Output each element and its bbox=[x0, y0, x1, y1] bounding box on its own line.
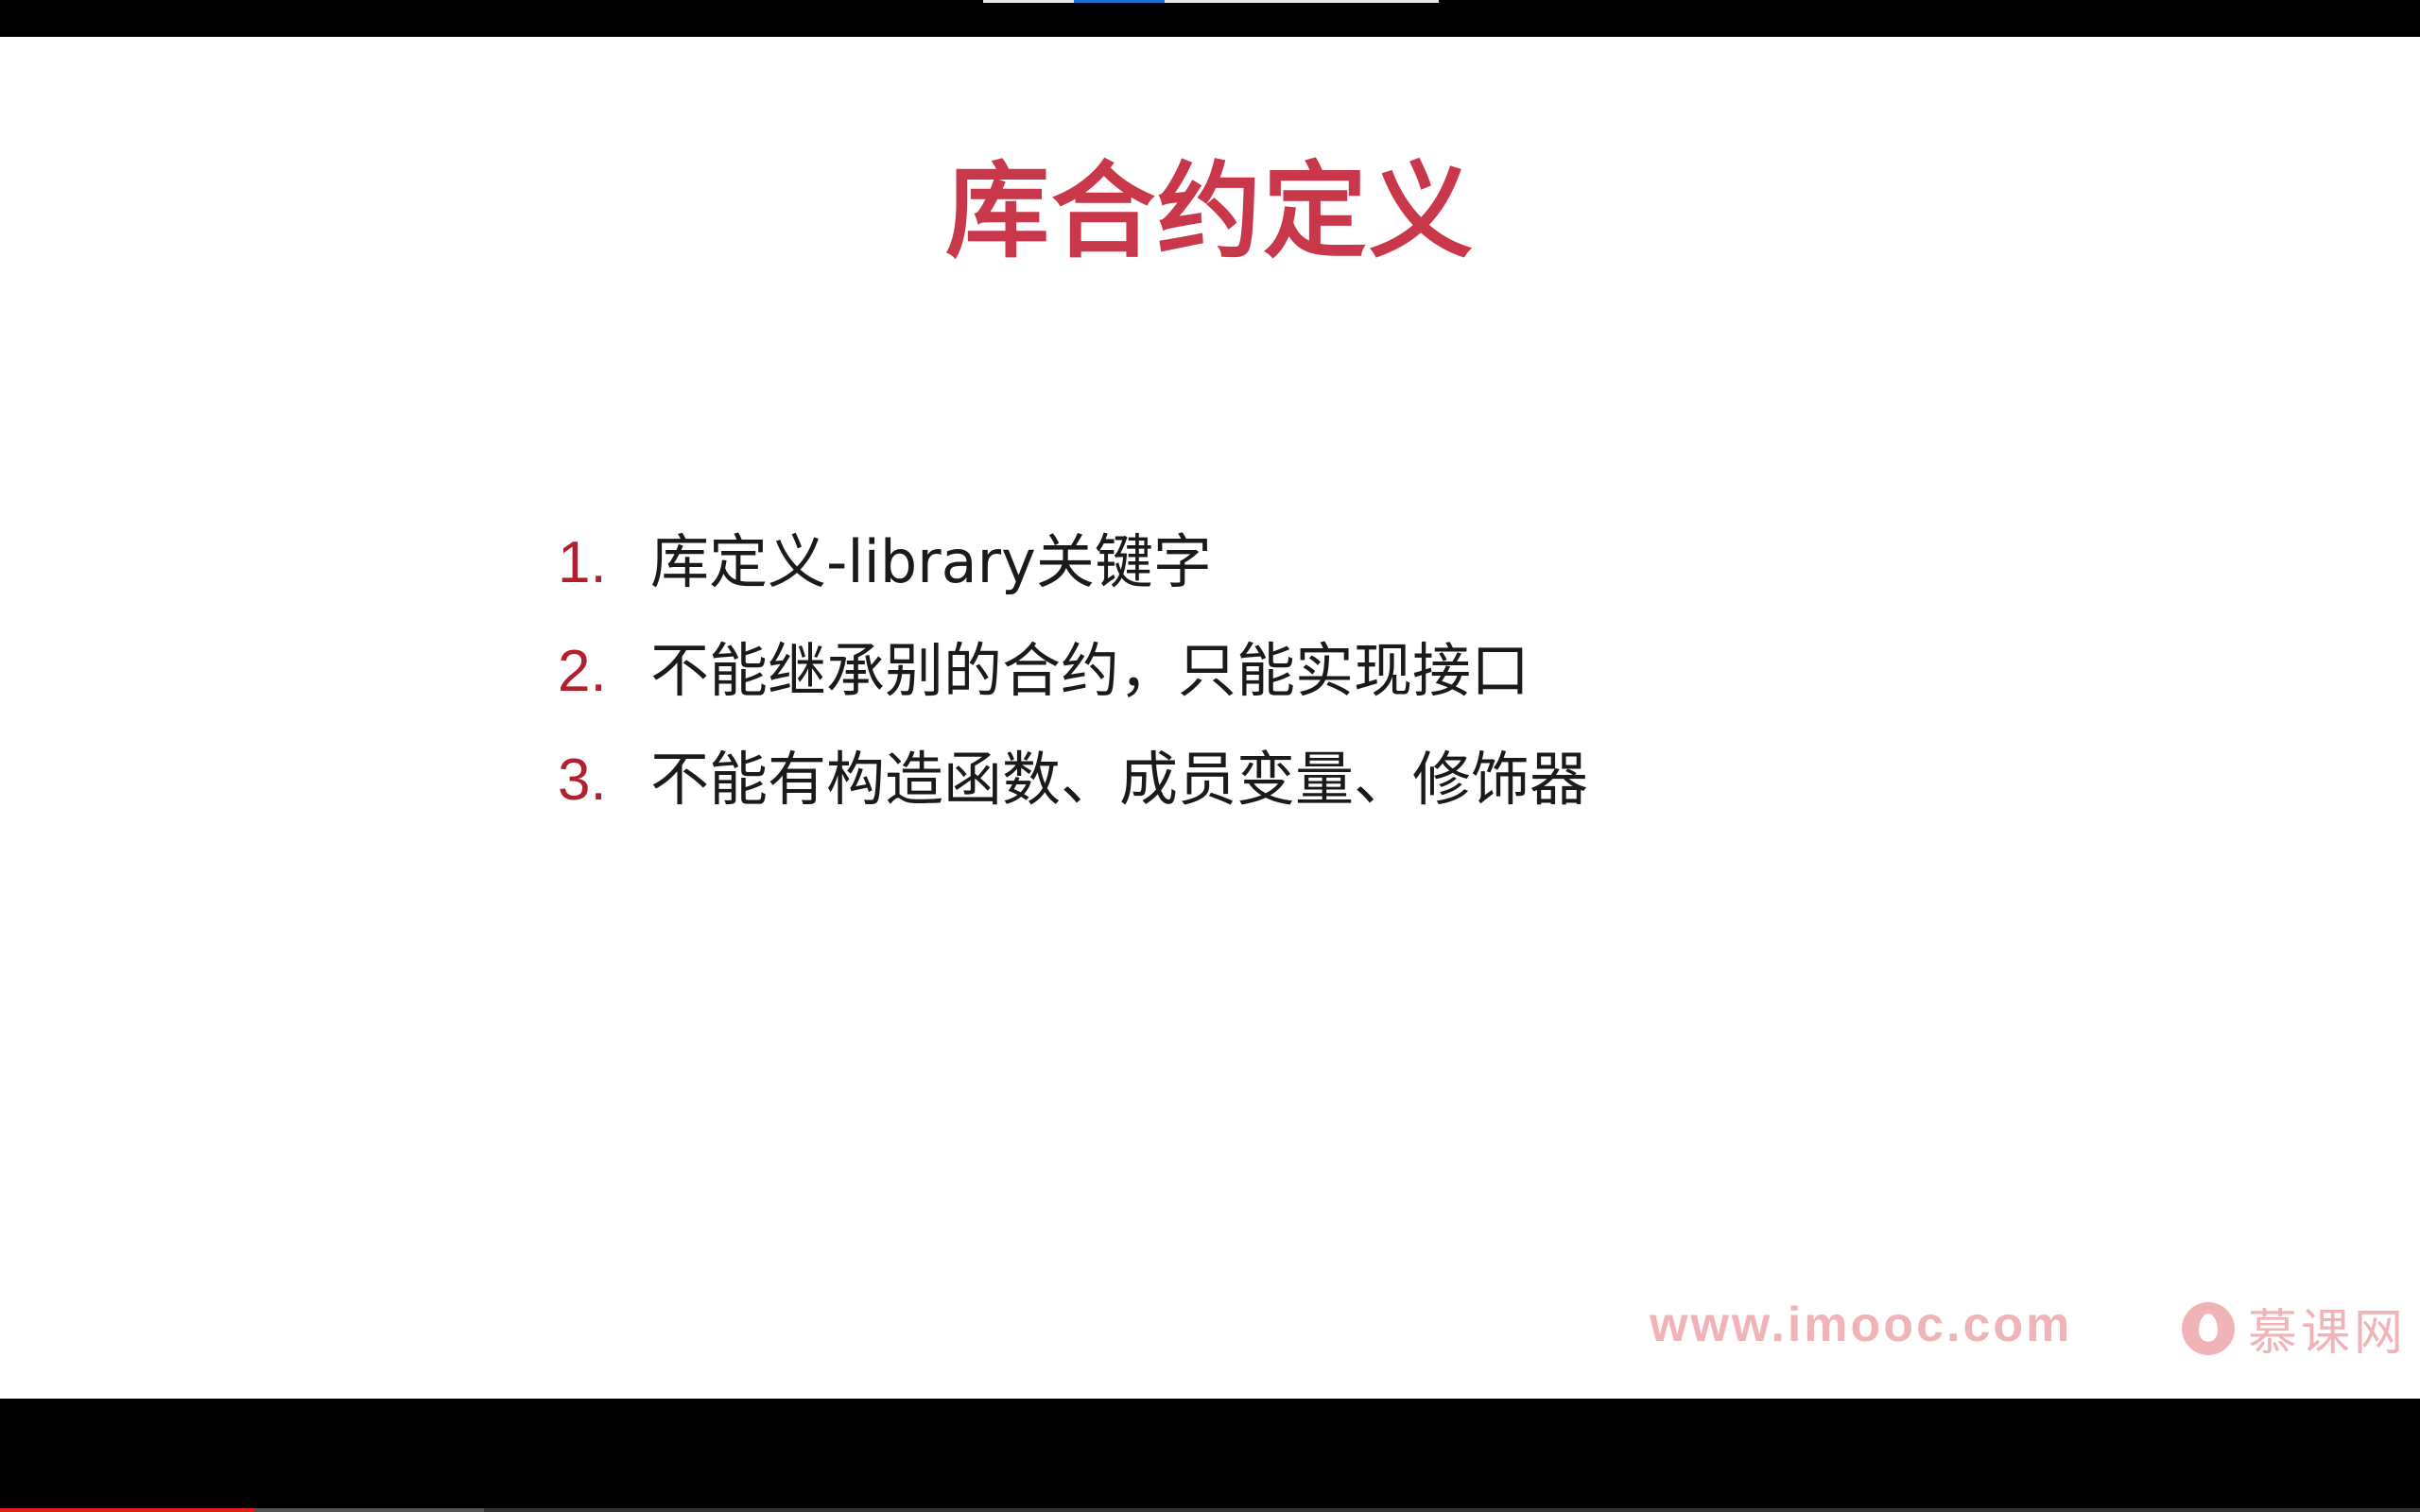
list-item-number: 2. bbox=[558, 639, 607, 704]
top-tab-indicator-active bbox=[1074, 0, 1165, 3]
watermark-brand: 慕课网 bbox=[2182, 1293, 2407, 1364]
presentation-slide: 库合约定义 1. 库定义-library关键字 2. 不能继承别的合约，只能实现… bbox=[0, 37, 2420, 1399]
progress-played bbox=[0, 1508, 254, 1512]
list-item-text: 库定义-library关键字 bbox=[650, 527, 1212, 596]
bullet-list: 1. 库定义-library关键字 2. 不能继承别的合约，只能实现接口 3. … bbox=[558, 514, 1588, 840]
list-item: 3. 不能有构造函数、成员变量、修饰器 bbox=[558, 731, 1588, 840]
watermark-url: www.imooc.com bbox=[1650, 1297, 2073, 1352]
top-tab-indicator bbox=[1165, 0, 1439, 3]
top-tab-indicator bbox=[983, 0, 1074, 3]
list-item-number: 1. bbox=[558, 530, 607, 595]
player-control-bar bbox=[0, 1399, 2420, 1512]
watermark-brand-name: 慕课网 bbox=[2248, 1305, 2408, 1362]
list-item-number: 3. bbox=[558, 747, 607, 813]
progress-bar[interactable] bbox=[0, 1508, 2420, 1512]
slide-title: 库合约定义 bbox=[945, 151, 1475, 272]
video-frame: 库合约定义 1. 库定义-library关键字 2. 不能继承别的合约，只能实现… bbox=[0, 0, 2420, 1512]
list-item: 1. 库定义-library关键字 bbox=[558, 514, 1588, 623]
imooc-flame-icon bbox=[2182, 1301, 2235, 1355]
list-item: 2. 不能继承别的合约，只能实现接口 bbox=[558, 623, 1588, 731]
top-bar bbox=[0, 0, 2420, 37]
list-item-text: 不能有构造函数、成员变量、修饰器 bbox=[650, 745, 1589, 814]
list-item-text: 不能继承别的合约，只能实现接口 bbox=[650, 636, 1530, 705]
